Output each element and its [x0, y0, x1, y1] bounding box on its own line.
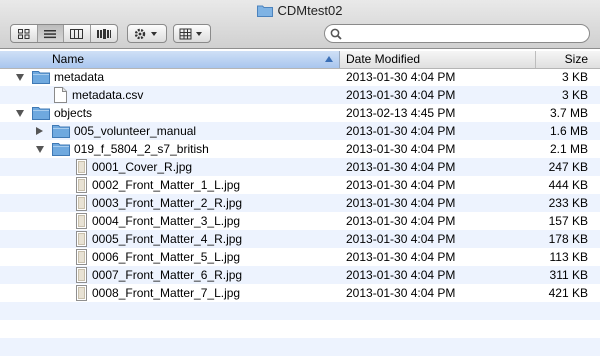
file-size: 233 KB [548, 196, 588, 210]
title-bar: CDMtest02 [0, 0, 600, 49]
date-modified-column-header[interactable]: Date Modified [340, 51, 536, 68]
date-modified: 2013-01-30 4:04 PM [346, 70, 456, 84]
action-menu-button[interactable] [127, 24, 167, 43]
file-size: 421 KB [548, 286, 588, 300]
folder-icon [257, 4, 274, 20]
file-row[interactable]: 0003_Front_Matter_2_R.jpg 2013-01-30 4:04… [0, 194, 600, 212]
date-modified: 2013-01-30 4:04 PM [346, 286, 456, 300]
file-row[interactable]: 0006_Front_Matter_5_L.jpg 2013-01-30 4:04… [0, 248, 600, 266]
file-size: 1.6 MB [549, 124, 588, 138]
file-name: 0001_Cover_R.jpg [92, 160, 193, 174]
date-modified: 2013-01-30 4:04 PM [346, 250, 456, 264]
name-column-header[interactable]: Name [0, 51, 340, 68]
date-modified: 2013-01-30 4:04 PM [346, 160, 456, 174]
disclosure-open-icon[interactable] [16, 74, 24, 81]
empty-list-area [0, 302, 600, 362]
arrange-button-inner[interactable] [174, 25, 210, 42]
arrange-menu-button[interactable] [173, 24, 211, 43]
window-title-area: CDMtest02 [0, 3, 600, 20]
file-size: 444 KB [548, 178, 588, 192]
column-view-button[interactable] [64, 25, 91, 42]
file-name: 0008_Front_Matter_7_L.jpg [92, 286, 241, 300]
icon-view-icon [17, 28, 30, 39]
date-modified: 2013-01-30 4:04 PM [346, 88, 456, 102]
date-column-label: Date Modified [346, 52, 421, 66]
disclosure-open-icon[interactable] [16, 110, 24, 117]
cover-flow-button[interactable] [91, 25, 117, 42]
file-name: 0003_Front_Matter_2_R.jpg [92, 196, 243, 210]
window-title: CDMtest02 [277, 3, 343, 18]
file-size: 113 KB [549, 250, 588, 264]
file-name: metadata.csv [72, 88, 144, 102]
file-row[interactable]: 0008_Front_Matter_7_L.jpg 2013-01-30 4:04… [0, 284, 600, 302]
list-view-icon [44, 29, 57, 38]
file-row[interactable]: metadata 2013-01-30 4:04 PM 3 KB [0, 68, 600, 86]
date-modified: 2013-01-30 4:04 PM [346, 232, 456, 246]
file-row[interactable]: 0007_Front_Matter_6_R.jpg 2013-01-30 4:04… [0, 266, 600, 284]
file-name: 019_f_5804_2_s7_british [74, 142, 209, 156]
file-row[interactable]: 0002_Front_Matter_1_L.jpg 2013-01-30 4:04… [0, 176, 600, 194]
sort-ascending-icon [325, 56, 333, 62]
file-size: 247 KB [548, 160, 588, 174]
search-icon [330, 28, 342, 43]
file-size: 311 KB [549, 268, 588, 282]
file-row[interactable]: 019_f_5804_2_s7_british 2013-01-30 4:04 P… [0, 140, 600, 158]
file-name: 0004_Front_Matter_3_L.jpg [92, 214, 241, 228]
file-row[interactable]: 0004_Front_Matter_3_L.jpg 2013-01-30 4:04… [0, 212, 600, 230]
file-size: 157 KB [548, 214, 588, 228]
file-list: metadata 2013-01-30 4:04 PM 3 KB metadata.c… [0, 68, 600, 302]
size-column-label: Size [564, 52, 588, 66]
disclosure-closed-icon[interactable] [36, 127, 43, 135]
file-size: 3 KB [561, 88, 588, 102]
column-view-icon [70, 28, 84, 39]
file-row[interactable]: 005_volunteer_manual 2013-01-30 4:04 PM 1.… [0, 122, 600, 140]
file-size: 3.7 MB [549, 106, 588, 120]
icon-view-button[interactable] [11, 25, 38, 42]
view-mode-control[interactable] [10, 24, 118, 43]
disclosure-open-icon[interactable] [36, 146, 44, 153]
list-view-button[interactable] [37, 25, 64, 42]
search-field[interactable] [324, 24, 590, 43]
file-name: 0007_Front_Matter_6_R.jpg [92, 268, 243, 282]
file-row[interactable]: metadata.csv 2013-01-30 4:04 PM 3 KB [0, 86, 600, 104]
date-modified: 2013-01-30 4:04 PM [346, 178, 456, 192]
file-row[interactable]: objects 2013-02-13 4:45 PM 3.7 MB [0, 104, 600, 122]
date-modified: 2013-01-30 4:04 PM [346, 124, 456, 138]
file-size: 3 KB [561, 70, 588, 84]
date-modified: 2013-01-30 4:04 PM [346, 142, 456, 156]
column-header-bar: Name Date Modified Size [0, 51, 600, 69]
gear-icon [134, 28, 157, 39]
file-name: 0002_Front_Matter_1_L.jpg [92, 178, 241, 192]
file-name: 0005_Front_Matter_4_R.jpg [92, 232, 243, 246]
date-modified: 2013-02-13 4:45 PM [346, 106, 456, 120]
file-name: 0006_Front_Matter_5_L.jpg [92, 250, 241, 264]
action-button-inner[interactable] [128, 25, 166, 42]
file-name: 005_volunteer_manual [74, 124, 197, 138]
date-modified: 2013-01-30 4:04 PM [346, 268, 456, 282]
search-input[interactable] [345, 26, 583, 41]
date-modified: 2013-01-30 4:04 PM [346, 196, 456, 210]
file-name: objects [54, 106, 93, 120]
file-size: 2.1 MB [549, 142, 588, 156]
cover-flow-icon [96, 28, 111, 39]
name-column-label: Name [52, 52, 85, 66]
date-modified: 2013-01-30 4:04 PM [346, 214, 456, 228]
size-column-header[interactable]: Size [536, 51, 600, 68]
arrange-grid-icon [179, 28, 202, 39]
file-row[interactable]: 0005_Front_Matter_4_R.jpg 2013-01-30 4:04… [0, 230, 600, 248]
file-name: metadata [54, 70, 105, 84]
file-row[interactable]: 0001_Cover_R.jpg 2013-01-30 4:04 PM 247 KB [0, 158, 600, 176]
file-size: 178 KB [548, 232, 588, 246]
